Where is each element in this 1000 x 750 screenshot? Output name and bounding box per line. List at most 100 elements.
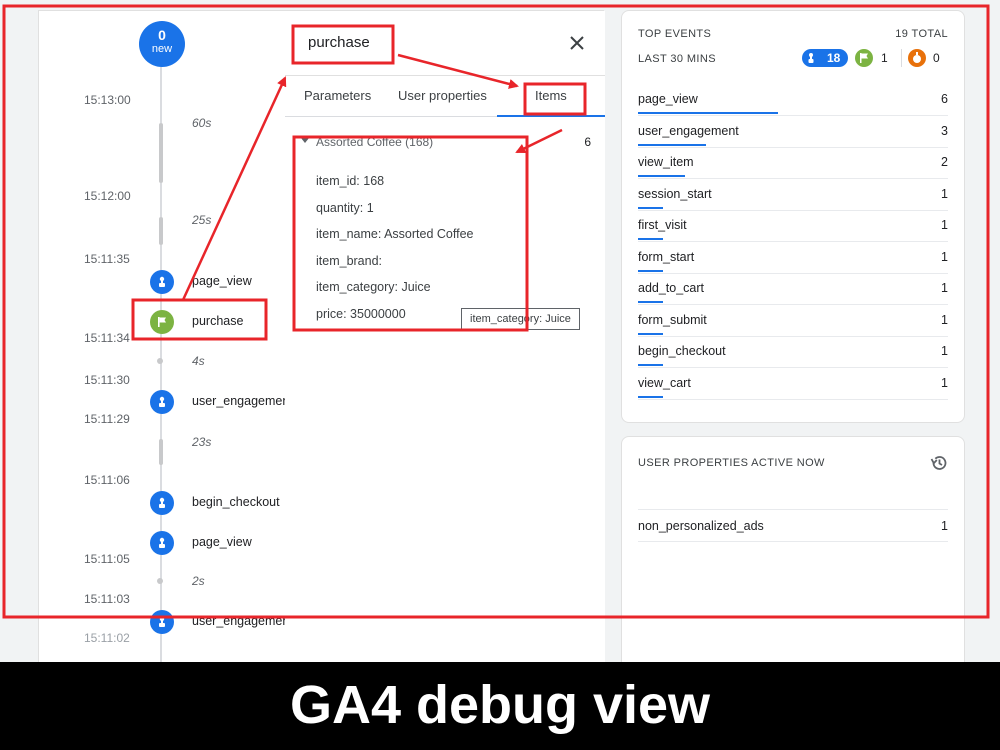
- close-button[interactable]: [565, 31, 589, 55]
- timeline-gap-label: 25s: [192, 213, 212, 227]
- event-detail-panel: purchase Parameters User properties Item…: [285, 11, 605, 671]
- timeline-timestamp: 15:11:30: [84, 373, 130, 387]
- top-event-bar: [638, 238, 663, 240]
- debug-stream-card: 0 new 15:13:00 15:12:00 15:11:35 15:11:3…: [38, 10, 605, 671]
- timeline-gap-label: 23s: [192, 435, 212, 449]
- touch-icon: [150, 270, 174, 294]
- timeline-dot: [157, 358, 163, 364]
- user-properties-title: USER PROPERTIES ACTIVE NOW: [638, 457, 825, 469]
- timeline-timestamp: 15:11:02: [84, 631, 130, 645]
- top-event-name: begin_checkout: [638, 344, 726, 358]
- top-event-name: first_visit: [638, 218, 687, 232]
- divider: [901, 49, 902, 67]
- top-event-row[interactable]: add_to_cart 1: [638, 274, 948, 305]
- top-event-count: 2: [941, 155, 948, 169]
- event-name: begin_checkout: [192, 495, 280, 509]
- top-event-name: page_view: [638, 92, 698, 106]
- item-param: item_brand:: [316, 254, 383, 268]
- top-event-bar: [638, 364, 663, 366]
- touch-icon: [150, 390, 174, 414]
- top-event-count: 1: [941, 186, 948, 201]
- detail-title: purchase: [308, 34, 370, 51]
- event-name: user_engagement: [192, 614, 287, 628]
- item-param: item_category: Juice: [316, 280, 431, 294]
- top-event-name: form_start: [638, 249, 695, 264]
- user-properties-card: USER PROPERTIES ACTIVE NOW non_personali…: [621, 436, 965, 676]
- timeline-timestamp: 15:11:05: [84, 552, 130, 566]
- top-event-row[interactable]: begin_checkout 1: [638, 337, 948, 368]
- history-icon[interactable]: [929, 453, 949, 473]
- top-event-bar: [638, 332, 663, 335]
- top-events-card: TOP EVENTS 19 TOTAL LAST 30 MINS 18 1 0 …: [621, 10, 965, 423]
- item-param: item_id: 168: [316, 174, 385, 188]
- event-name: user_engagement: [192, 394, 287, 408]
- detail-tabs: Parameters User properties Items: [285, 75, 605, 117]
- error-icon[interactable]: [908, 49, 926, 67]
- event-count-pill[interactable]: 18: [802, 49, 848, 67]
- top-event-bar: [638, 395, 663, 398]
- touch-icon: [150, 531, 174, 555]
- event-name: page_view: [192, 274, 252, 288]
- timeline-dot: [157, 578, 163, 584]
- top-event-count: 1: [941, 312, 948, 327]
- timeline-gap-label: 2s: [192, 574, 205, 588]
- timeline-timestamp: 15:13:00: [84, 93, 131, 107]
- timeline-line: [160, 67, 162, 123]
- top-events-total: 19 TOTAL: [895, 28, 948, 40]
- top-event-bar: [638, 143, 706, 146]
- top-event-row[interactable]: view_item 2: [638, 148, 948, 179]
- timeline-line: [160, 183, 162, 217]
- top-event-bar: [638, 206, 663, 209]
- top-event-count: 3: [941, 123, 948, 138]
- flag-icon: [150, 310, 174, 334]
- timeline-timestamp: 15:12:00: [84, 189, 131, 203]
- user-property-row[interactable]: non_personalized_ads 1: [638, 509, 948, 542]
- screenshot-stage: 0 new 15:13:00 15:12:00 15:11:35 15:11:3…: [0, 0, 1000, 750]
- top-event-name: view_item: [638, 155, 694, 169]
- event-count: 18: [827, 51, 841, 65]
- new-events-label: new: [151, 43, 173, 55]
- timeline-timestamp: 15:11:06: [84, 473, 130, 487]
- timeline-gap-bar: [159, 123, 163, 183]
- top-event-row[interactable]: form_start 1: [638, 243, 948, 274]
- top-event-count: 1: [941, 218, 948, 232]
- timeline-timestamp: 15:11:34: [84, 331, 130, 345]
- top-event-bar: [638, 301, 663, 303]
- conversion-count: 1: [881, 51, 888, 65]
- user-property-name: non_personalized_ads: [638, 519, 764, 533]
- timeline-timestamp: 15:11:03: [84, 592, 130, 606]
- top-event-count: 1: [941, 344, 948, 358]
- timeline-gap-bar: [159, 217, 163, 245]
- top-event-row[interactable]: user_engagement 3: [638, 117, 948, 148]
- top-event-bar: [638, 269, 663, 272]
- new-events-count: 0: [158, 27, 166, 43]
- caption-title: GA4 debug view: [289, 675, 711, 735]
- top-event-row[interactable]: session_start 1: [638, 180, 948, 211]
- top-event-row[interactable]: first_visit 1: [638, 211, 948, 242]
- top-event-bar: [638, 112, 778, 114]
- new-events-badge[interactable]: 0 new: [139, 21, 185, 67]
- active-tab-indicator: [497, 115, 605, 117]
- top-event-name: view_cart: [638, 375, 691, 390]
- item-header-count: 6: [584, 135, 591, 149]
- timeline-gap-label: 4s: [192, 354, 205, 368]
- user-property-count: 1: [941, 519, 948, 533]
- top-events-title: TOP EVENTS: [638, 28, 712, 40]
- top-event-row[interactable]: form_submit 1: [638, 306, 948, 337]
- touch-icon: [150, 610, 174, 634]
- tab-items[interactable]: Items: [535, 88, 567, 103]
- tooltip: item_category: Juice: [461, 308, 580, 330]
- tab-user-properties[interactable]: User properties: [398, 88, 487, 103]
- item-header-name: Assorted Coffee (168): [316, 135, 434, 149]
- error-count: 0: [933, 51, 940, 65]
- close-icon: [570, 36, 584, 50]
- top-event-row[interactable]: page_view 6: [638, 85, 948, 116]
- flag-icon[interactable]: [855, 49, 873, 67]
- top-event-name: session_start: [638, 186, 712, 201]
- item-param: item_name: Assorted Coffee: [316, 227, 474, 241]
- timeline-gap-bar: [159, 439, 163, 465]
- item-param: quantity: 1: [316, 201, 374, 215]
- event-name: purchase: [192, 314, 244, 328]
- top-event-row[interactable]: view_cart 1: [638, 369, 948, 400]
- tab-parameters[interactable]: Parameters: [304, 88, 371, 103]
